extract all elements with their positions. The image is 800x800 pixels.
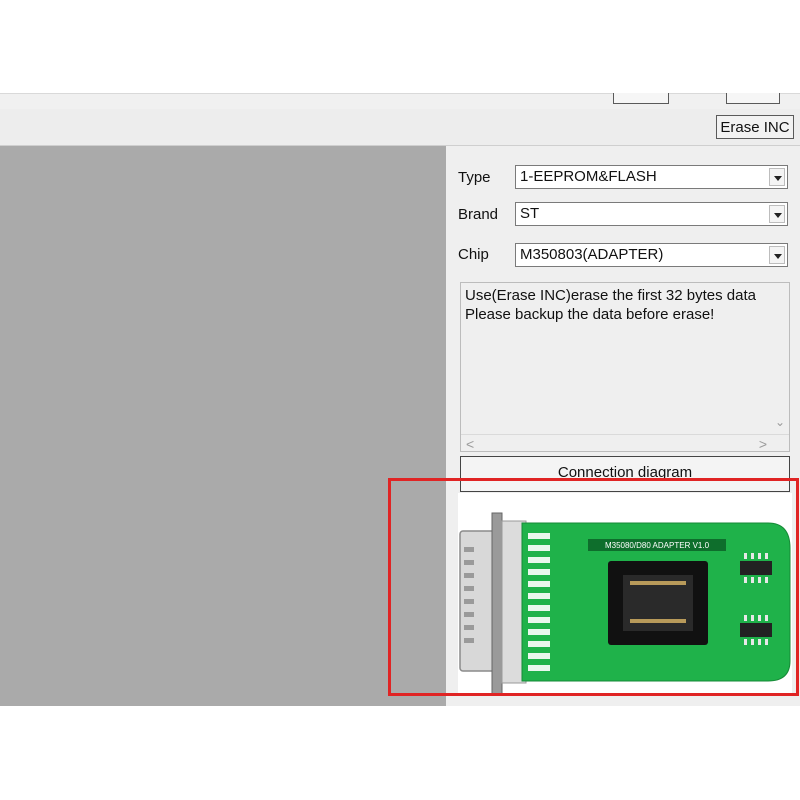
scroll-down-icon[interactable]: ⌄ <box>775 413 785 432</box>
chip-select[interactable]: M350803(ADAPTER) <box>515 243 788 267</box>
data-view-area[interactable] <box>0 146 446 706</box>
message-line-1: Use(Erase INC)erase the first 32 bytes d… <box>465 287 756 304</box>
brand-select[interactable]: ST <box>515 202 788 226</box>
action-toolbar <box>0 109 800 146</box>
message-line-2: Please backup the data before erase! <box>465 306 715 323</box>
scroll-left-icon[interactable]: < <box>466 435 474 454</box>
chip-select-value: M350803(ADAPTER) <box>520 246 664 263</box>
chevron-down-icon[interactable] <box>769 205 785 223</box>
chevron-down-icon[interactable] <box>769 168 785 186</box>
chevron-down-icon[interactable] <box>769 246 785 264</box>
brand-label: Brand <box>458 206 499 223</box>
type-select[interactable]: 1-EEPROM&FLASH <box>515 165 788 189</box>
type-select-value: 1-EEPROM&FLASH <box>520 168 657 185</box>
highlight-frame <box>388 478 799 696</box>
message-textarea[interactable]: Use(Erase INC)erase the first 32 bytes d… <box>460 282 790 452</box>
toolbar-button-partial-1[interactable] <box>613 93 669 104</box>
toolbar-button-partial-2[interactable] <box>726 93 780 104</box>
top-toolbar-strip <box>0 93 800 110</box>
erase-inc-button[interactable]: Erase INC <box>716 115 794 139</box>
chip-label: Chip <box>458 246 489 263</box>
scroll-right-icon[interactable]: > <box>759 435 767 454</box>
type-label: Type <box>458 169 491 186</box>
brand-select-value: ST <box>520 205 540 222</box>
horizontal-scrollbar[interactable]: < > <box>461 434 789 454</box>
